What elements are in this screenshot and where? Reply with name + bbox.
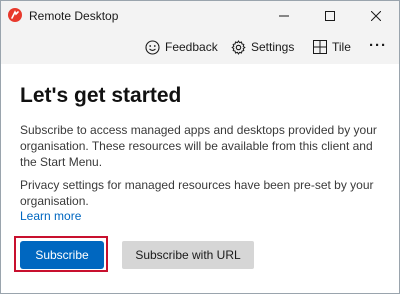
main-content: Let's get started Subscribe to access ma… [1, 64, 399, 293]
feedback-label: Feedback [165, 40, 218, 54]
tile-button[interactable]: Tile [313, 38, 351, 56]
subscribe-button[interactable]: Subscribe [20, 241, 104, 269]
minimize-button[interactable] [261, 1, 307, 31]
more-options-icon: ··· [369, 36, 387, 54]
settings-label: Settings [251, 40, 295, 54]
window-title: Remote Desktop [29, 9, 119, 23]
remote-desktop-window: Remote Desktop Feedback Settings Tile ··… [0, 0, 400, 294]
page-title: Let's get started [20, 84, 182, 107]
close-button[interactable] [353, 1, 399, 31]
minimize-icon [279, 15, 289, 17]
maximize-icon [325, 11, 335, 21]
tile-label: Tile [332, 40, 351, 54]
tile-grid-icon [313, 40, 327, 54]
gear-icon [231, 39, 246, 55]
smiley-icon [145, 39, 160, 55]
learn-more-link[interactable]: Learn more [20, 209, 81, 223]
subscribe-with-url-button[interactable]: Subscribe with URL [122, 241, 254, 269]
toolbar: Feedback Settings Tile ··· [1, 31, 399, 64]
remote-desktop-logo-icon [8, 8, 22, 22]
more-options-button[interactable]: ··· [369, 36, 387, 54]
settings-button[interactable]: Settings [231, 38, 294, 56]
feedback-button[interactable]: Feedback [145, 38, 218, 56]
maximize-button[interactable] [307, 1, 353, 31]
title-bar[interactable]: Remote Desktop [1, 1, 399, 31]
privacy-text: Privacy settings for managed resources h… [20, 178, 374, 208]
close-icon [371, 11, 381, 21]
description-text: Subscribe to access managed apps and des… [20, 123, 377, 169]
